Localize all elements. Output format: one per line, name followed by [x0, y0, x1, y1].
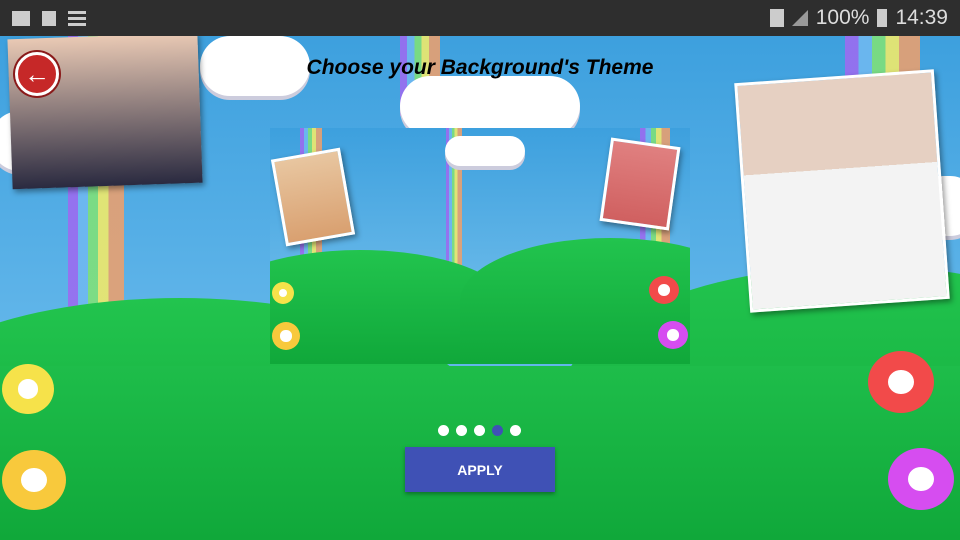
background-scene: Choose your Background's Theme ← APPLY	[0, 36, 960, 540]
flower	[658, 321, 688, 349]
battery-level: 100%	[815, 6, 870, 29]
flower	[272, 282, 294, 304]
back-button[interactable]: ←	[15, 52, 59, 96]
clock: 14:39	[895, 6, 948, 29]
wifi-icon	[769, 9, 784, 27]
flower	[649, 276, 679, 304]
battery-icon	[877, 9, 888, 27]
page-title: Choose your Background's Theme	[306, 56, 654, 79]
status-bar: 100% 14:39	[0, 0, 960, 36]
page-dot[interactable]	[456, 425, 467, 436]
list-icon	[68, 10, 86, 26]
cloud	[445, 136, 525, 166]
gmail-icon	[12, 10, 30, 26]
photo-sticker	[734, 69, 950, 313]
page-dot[interactable]	[438, 425, 449, 436]
page-dot[interactable]	[474, 425, 485, 436]
page-dot-active[interactable]	[492, 425, 503, 436]
flower	[888, 448, 954, 510]
arrow-left-icon: ←	[24, 58, 50, 89]
cloud	[400, 76, 580, 136]
gallery-icon	[42, 10, 56, 26]
apply-button[interactable]: APPLY	[405, 447, 555, 492]
flower	[2, 364, 54, 414]
page-dot[interactable]	[510, 425, 521, 436]
theme-preview[interactable]	[270, 128, 690, 364]
photo-sticker	[599, 137, 681, 231]
flower	[868, 351, 934, 413]
signal-icon	[791, 10, 808, 26]
flower	[272, 322, 300, 350]
flower	[2, 450, 66, 510]
page-indicator	[438, 425, 521, 436]
photo-sticker	[270, 147, 356, 247]
